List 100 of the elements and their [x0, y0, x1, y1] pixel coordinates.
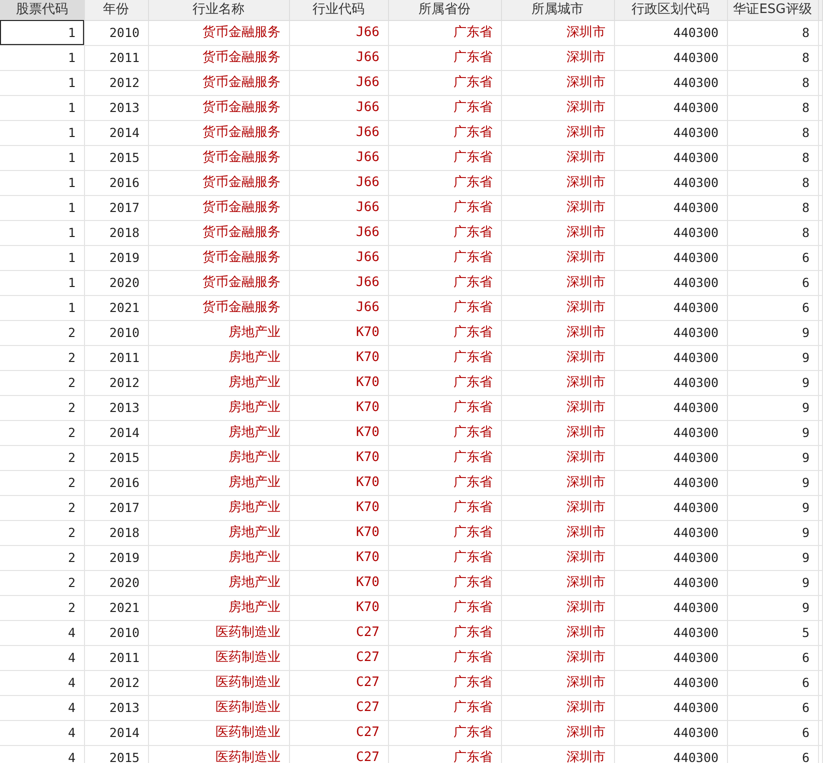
table-cell: 广东省: [388, 95, 501, 120]
table-cell: 2015: [84, 445, 148, 470]
table-cell: 9: [727, 520, 818, 545]
column-header[interactable]: 行业代码: [289, 0, 388, 20]
table-cell: 深圳市: [501, 745, 614, 763]
table-cell: 2012: [84, 370, 148, 395]
table-cell: K70: [289, 370, 388, 395]
table-cell: 深圳市: [501, 345, 614, 370]
table-cell: 广东省: [388, 495, 501, 520]
table-cell: 深圳市: [501, 470, 614, 495]
table-cell: 深圳市: [501, 620, 614, 645]
table-cell: 440300: [614, 245, 727, 270]
table-cell: C27: [289, 670, 388, 695]
column-header[interactable]: 年份: [84, 0, 148, 20]
table-cell: 2014: [84, 120, 148, 145]
table-cell: 货币金融服务: [148, 70, 289, 95]
table-cell: 1: [0, 120, 84, 145]
table-cell: 1: [0, 45, 84, 70]
table-cell: 房地产业: [148, 320, 289, 345]
table-cell: 6: [727, 745, 818, 763]
table-cell: 9: [727, 570, 818, 595]
table-cell: K70: [289, 420, 388, 445]
table-cell: C27: [289, 695, 388, 720]
column-header[interactable]: 行政区划代码: [614, 0, 727, 20]
table-cell: 9: [727, 495, 818, 520]
table-cell: 440300: [614, 295, 727, 320]
table-cell: 房地产业: [148, 595, 289, 620]
table-cell: 4: [0, 620, 84, 645]
table-cell: J66: [289, 295, 388, 320]
table-cell: 8: [727, 145, 818, 170]
table-cell: 深圳市: [501, 195, 614, 220]
table-cell: 6: [727, 720, 818, 745]
table-cell: 2012: [84, 70, 148, 95]
column-header[interactable]: 华证ESG评级: [727, 0, 818, 20]
table-cell: 1: [0, 270, 84, 295]
table-cell: 广东省: [388, 270, 501, 295]
table-cell: 深圳市: [501, 495, 614, 520]
table-cell: 9: [727, 595, 818, 620]
table-cell: 广东省: [388, 395, 501, 420]
table-cell: 8: [727, 220, 818, 245]
column-header[interactable]: 所属省份: [388, 0, 501, 20]
table-cell: 2011: [84, 345, 148, 370]
table-cell: 深圳市: [501, 370, 614, 395]
table-cell: 2021: [84, 295, 148, 320]
table-cell: 2019: [84, 545, 148, 570]
table-cell: 440300: [614, 220, 727, 245]
table-cell: 深圳市: [501, 595, 614, 620]
table-cell: 房地产业: [148, 420, 289, 445]
table-cell: 1: [0, 145, 84, 170]
table-cell: 5: [727, 620, 818, 645]
table-cell: 深圳市: [501, 120, 614, 145]
table-cell: 房地产业: [148, 520, 289, 545]
table-cell: 广东省: [388, 470, 501, 495]
table-cell: 广东省: [388, 145, 501, 170]
table-cell: 深圳市: [501, 295, 614, 320]
table-cell: 2020: [84, 570, 148, 595]
table-cell: 广东省: [388, 295, 501, 320]
table-cell: 广东省: [388, 20, 501, 45]
table-cell: 2015: [84, 145, 148, 170]
table-cell: 深圳市: [501, 445, 614, 470]
table-cell: 深圳市: [501, 545, 614, 570]
table-cell: 2: [0, 570, 84, 595]
table-cell: 9: [727, 345, 818, 370]
table-cell: K70: [289, 545, 388, 570]
table-cell: 9: [727, 395, 818, 420]
table-cell: 广东省: [388, 245, 501, 270]
table-cell: 440300: [614, 20, 727, 45]
table-cell: 6: [727, 670, 818, 695]
table-cell: 4: [0, 720, 84, 745]
table-cell: J66: [289, 70, 388, 95]
table-cell: 440300: [614, 520, 727, 545]
column-header[interactable]: 所属城市: [501, 0, 614, 20]
table-cell: 深圳市: [501, 20, 614, 45]
table-cell: 广东省: [388, 545, 501, 570]
table-cell: K70: [289, 570, 388, 595]
table-cell: 6: [727, 245, 818, 270]
table-cell: 440300: [614, 470, 727, 495]
table-cell: 房地产业: [148, 445, 289, 470]
table-cell: 2021: [84, 595, 148, 620]
table-cell: 440300: [614, 720, 727, 745]
column-header[interactable]: 股票代码: [0, 0, 84, 20]
table-cell: 2013: [84, 95, 148, 120]
table-cell: 440300: [614, 370, 727, 395]
table-cell: 2: [0, 595, 84, 620]
table-cell: 2: [0, 420, 84, 445]
table-cell: 广东省: [388, 670, 501, 695]
table-cell: 440300: [614, 570, 727, 595]
table-cell: 广东省: [388, 220, 501, 245]
table-cell: 深圳市: [501, 170, 614, 195]
column-header[interactable]: 行业名称: [148, 0, 289, 20]
table-cell: 货币金融服务: [148, 195, 289, 220]
table-cell: 货币金融服务: [148, 45, 289, 70]
table-cell: 440300: [614, 670, 727, 695]
table-cell: 深圳市: [501, 270, 614, 295]
table-cell: 深圳市: [501, 45, 614, 70]
table-cell: 货币金融服务: [148, 295, 289, 320]
table-cell: J66: [289, 220, 388, 245]
table-cell: 2: [0, 445, 84, 470]
table-cell: 440300: [614, 95, 727, 120]
table-cell: 广东省: [388, 595, 501, 620]
